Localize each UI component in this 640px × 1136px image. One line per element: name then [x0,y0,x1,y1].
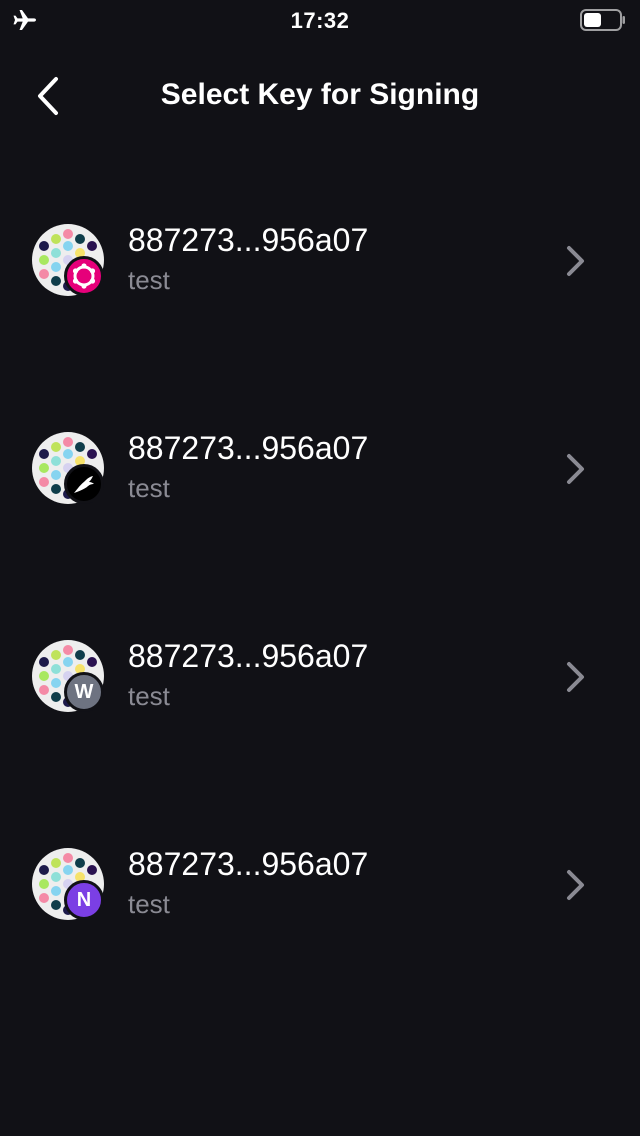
key-list: 887273...956a07 test 887273...956a07 tes… [0,156,640,988]
key-row[interactable]: W 887273...956a07 test [0,572,640,780]
key-text: 887273...956a07 test [128,636,368,712]
page-title: Select Key for Signing [160,78,480,111]
key-row[interactable]: 887273...956a07 test [0,364,640,572]
navigation-bar: Select Key for Signing [0,60,640,130]
key-address: 887273...956a07 [128,430,369,466]
badge-letter: N [76,888,92,911]
key-address: 887273...956a07 [128,638,369,674]
key-name: test [128,889,170,919]
key-name: test [128,265,170,295]
badge-letter: W [74,680,94,703]
key-name: test [128,681,170,711]
key-text: 887273...956a07 test [128,844,368,920]
network-n-icon: N [64,880,104,920]
westend-icon: W [64,672,104,712]
chevron-right-icon [567,246,584,276]
polkadot-icon [64,256,104,296]
chevron-right-icon [567,662,584,692]
chevron-right-icon [567,870,584,900]
key-address: 887273...956a07 [128,222,369,258]
key-text: 887273...956a07 test [128,428,368,504]
key-row[interactable]: 887273...956a07 test [0,156,640,364]
chevron-right-icon [567,454,584,484]
key-row[interactable]: N 887273...956a07 test [0,780,640,988]
battery-icon [580,9,625,31]
status-bar: 17:32 [0,0,640,40]
kusama-icon [64,464,104,504]
key-address: 887273...956a07 [128,846,369,882]
status-time: 17:32 [290,8,350,33]
key-text: 887273...956a07 test [128,220,368,296]
key-name: test [128,473,170,503]
